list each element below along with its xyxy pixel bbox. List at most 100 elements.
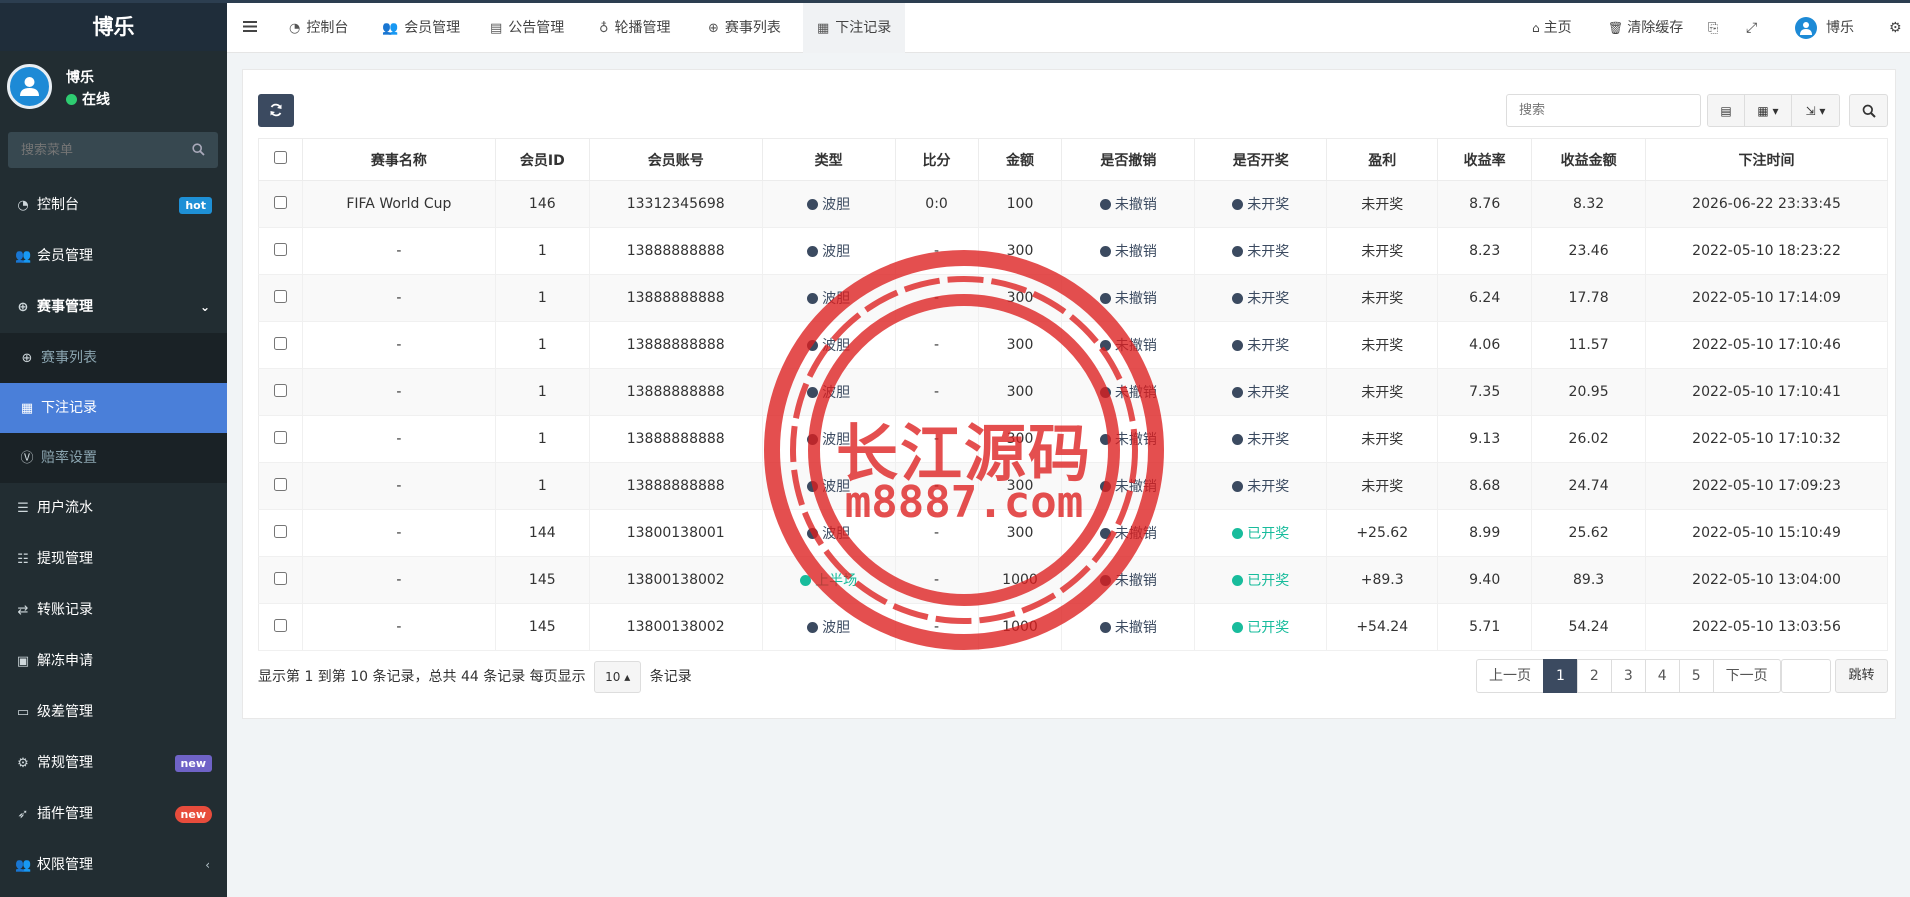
table-cell: 未开奖 [1326,415,1439,463]
sidebar-item-bet-records[interactable]: ▦ 下注记录 [0,383,227,433]
avatar[interactable] [7,64,52,109]
sidebar-item-transfers[interactable]: ⇄ 转账记录 [0,585,227,636]
status-label: 已开奖 [1247,620,1290,636]
tab-bet-records[interactable]: ▦ 下注记录 [803,3,906,53]
page-button-3[interactable]: 3 [1610,659,1646,693]
status-label: 未开奖 [1247,244,1290,260]
status-dot [1099,528,1111,539]
tab-dashboard[interactable]: ◔ 控制台 [275,3,362,53]
clear-cache-button[interactable]: 🗑 清除缓存 [1608,3,1683,53]
table-row: -1 13888888888 波胆 -300 未撤销 未开奖 未开奖 9.13 26.02 202… [258,415,1888,463]
sidebar-item-unfreeze[interactable]: ▣ 解冻申请 [0,636,227,687]
table-cell: 9.40 [1437,556,1533,604]
row-select-cell [258,556,303,604]
column-header[interactable]: 比分 [894,138,979,181]
column-header[interactable]: 下注时间 [1645,138,1888,181]
toggle-view-button[interactable]: ▤ [1708,95,1745,126]
vk-icon: Ⓥ [20,451,34,466]
row-checkbox[interactable] [273,477,287,491]
table-cell: 波胆 [761,603,896,651]
column-header[interactable]: 金额 [977,138,1063,181]
row-checkbox[interactable] [273,383,287,397]
table-cell: 0:0 [894,180,979,228]
status-label: 未开奖 [1247,197,1290,213]
page-button-4[interactable]: 4 [1644,659,1680,693]
tab-event-list[interactable]: ⊕ 赛事列表 [694,3,795,53]
home-link[interactable]: ⌂ 主页 [1532,3,1572,53]
column-header[interactable]: 盈利 [1326,138,1439,181]
columns-button[interactable]: ▦ ▾ [1745,95,1792,126]
table-cell: 145 [494,556,590,604]
sidebar-item-general[interactable]: ⚙ 常规管理 new [0,738,227,789]
column-header[interactable]: 会员ID [494,138,590,181]
next-page-button[interactable]: 下一页 [1712,659,1781,693]
page-button-5[interactable]: 5 [1678,659,1714,693]
table-cell: 1 [494,321,590,369]
sidebar-item-user-flow[interactable]: ☰ 用户流水 [0,483,227,534]
column-header[interactable]: 类型 [761,138,896,181]
table-cell: 未开奖 [1326,180,1439,228]
chevron-left-icon: ‹ [205,858,210,872]
settings-button[interactable]: ⚙ [1889,3,1902,53]
fullscreen-button[interactable]: ⤢ [1746,3,1757,53]
jump-page-input[interactable] [1781,659,1831,693]
page-button-2[interactable]: 2 [1576,659,1612,693]
table-cell: 300 [977,227,1063,275]
tab-announcements[interactable]: ▤ 公告管理 [476,3,578,53]
sidebar-item-permissions[interactable]: 👥 权限管理 ‹ [0,840,227,891]
status-dot [1099,246,1111,257]
select-all-checkbox[interactable] [273,151,287,164]
refresh-button[interactable] [258,94,294,127]
row-checkbox[interactable] [273,336,287,350]
translate-button[interactable]: ⎘ [1708,3,1718,53]
column-header[interactable]: 赛事名称 [301,138,496,181]
sidebar-item-dashboard[interactable]: ◔ 控制台 hot [0,180,227,231]
table-cell: - [894,415,979,463]
row-checkbox[interactable] [273,289,287,303]
column-header[interactable]: 会员账号 [588,138,763,181]
page-button-1[interactable]: 1 [1543,659,1578,693]
row-checkbox[interactable] [273,618,287,632]
row-checkbox[interactable] [273,195,287,209]
export-button[interactable]: ⇲ ▾ [1792,95,1839,126]
search-input[interactable] [1507,95,1700,126]
advanced-search-button[interactable] [1849,94,1888,127]
column-header[interactable]: 是否开奖 [1194,138,1328,181]
sidebar-item-event-list[interactable]: ⊕ 赛事列表 [0,333,227,383]
sidebar-item-level-diff[interactable]: ▭ 级差管理 [0,687,227,738]
status-label: 未开奖 [1247,432,1290,448]
row-checkbox[interactable] [273,571,287,585]
sidebar-item-members[interactable]: 👥 会员管理 [0,231,227,282]
calendar-icon: ▦ [20,401,34,416]
header-user-menu[interactable]: 博乐 [1795,3,1854,53]
table-cell: 2022-05-10 15:10:49 [1645,509,1888,557]
row-select-cell [258,368,303,416]
sidebar-search-input[interactable] [8,132,218,168]
jump-button[interactable]: 跳转 [1835,659,1888,693]
sidebar-item-withdrawals[interactable]: ☷ 提现管理 [0,534,227,585]
menu-toggle-icon[interactable] [243,20,257,33]
column-header[interactable]: 收益金额 [1531,138,1647,181]
prev-page-button[interactable]: 上一页 [1476,659,1544,693]
table-row: -1 13888888888 波胆 -300 未撤销 未开奖 未开奖 4.06 11.57 202… [258,321,1888,369]
sidebar-item-events[interactable]: ⊕ 赛事管理 ⌄ [0,282,227,333]
row-checkbox[interactable] [273,430,287,444]
row-select-cell [258,274,303,322]
table-cell: 300 [977,462,1063,510]
page-size-select[interactable]: 10 ▴ [594,661,642,693]
users-icon: 👥 [15,249,32,264]
tab-carousel[interactable]: ♁ 轮播管理 [585,3,685,53]
table-row: -144 13800138001 波胆 -300 未撤销 已开奖 +25.62 8.99 25.… [258,509,1888,557]
row-checkbox[interactable] [273,524,287,538]
tab-members[interactable]: 👥 会员管理 [368,3,474,53]
sidebar-item-odds-settings[interactable]: Ⓥ 赔率设置 [0,433,227,483]
app-logo[interactable]: 博乐 [0,3,227,51]
table-cell: 1 [494,462,590,510]
search-icon[interactable] [192,143,205,156]
column-header[interactable]: 是否撤销 [1061,138,1196,181]
status-dot [1232,434,1244,445]
table-cell: 1 [494,415,590,463]
row-checkbox[interactable] [273,242,287,256]
column-header[interactable]: 收益率 [1437,138,1533,181]
sidebar-item-plugins[interactable]: ➶ 插件管理 new [0,789,227,840]
